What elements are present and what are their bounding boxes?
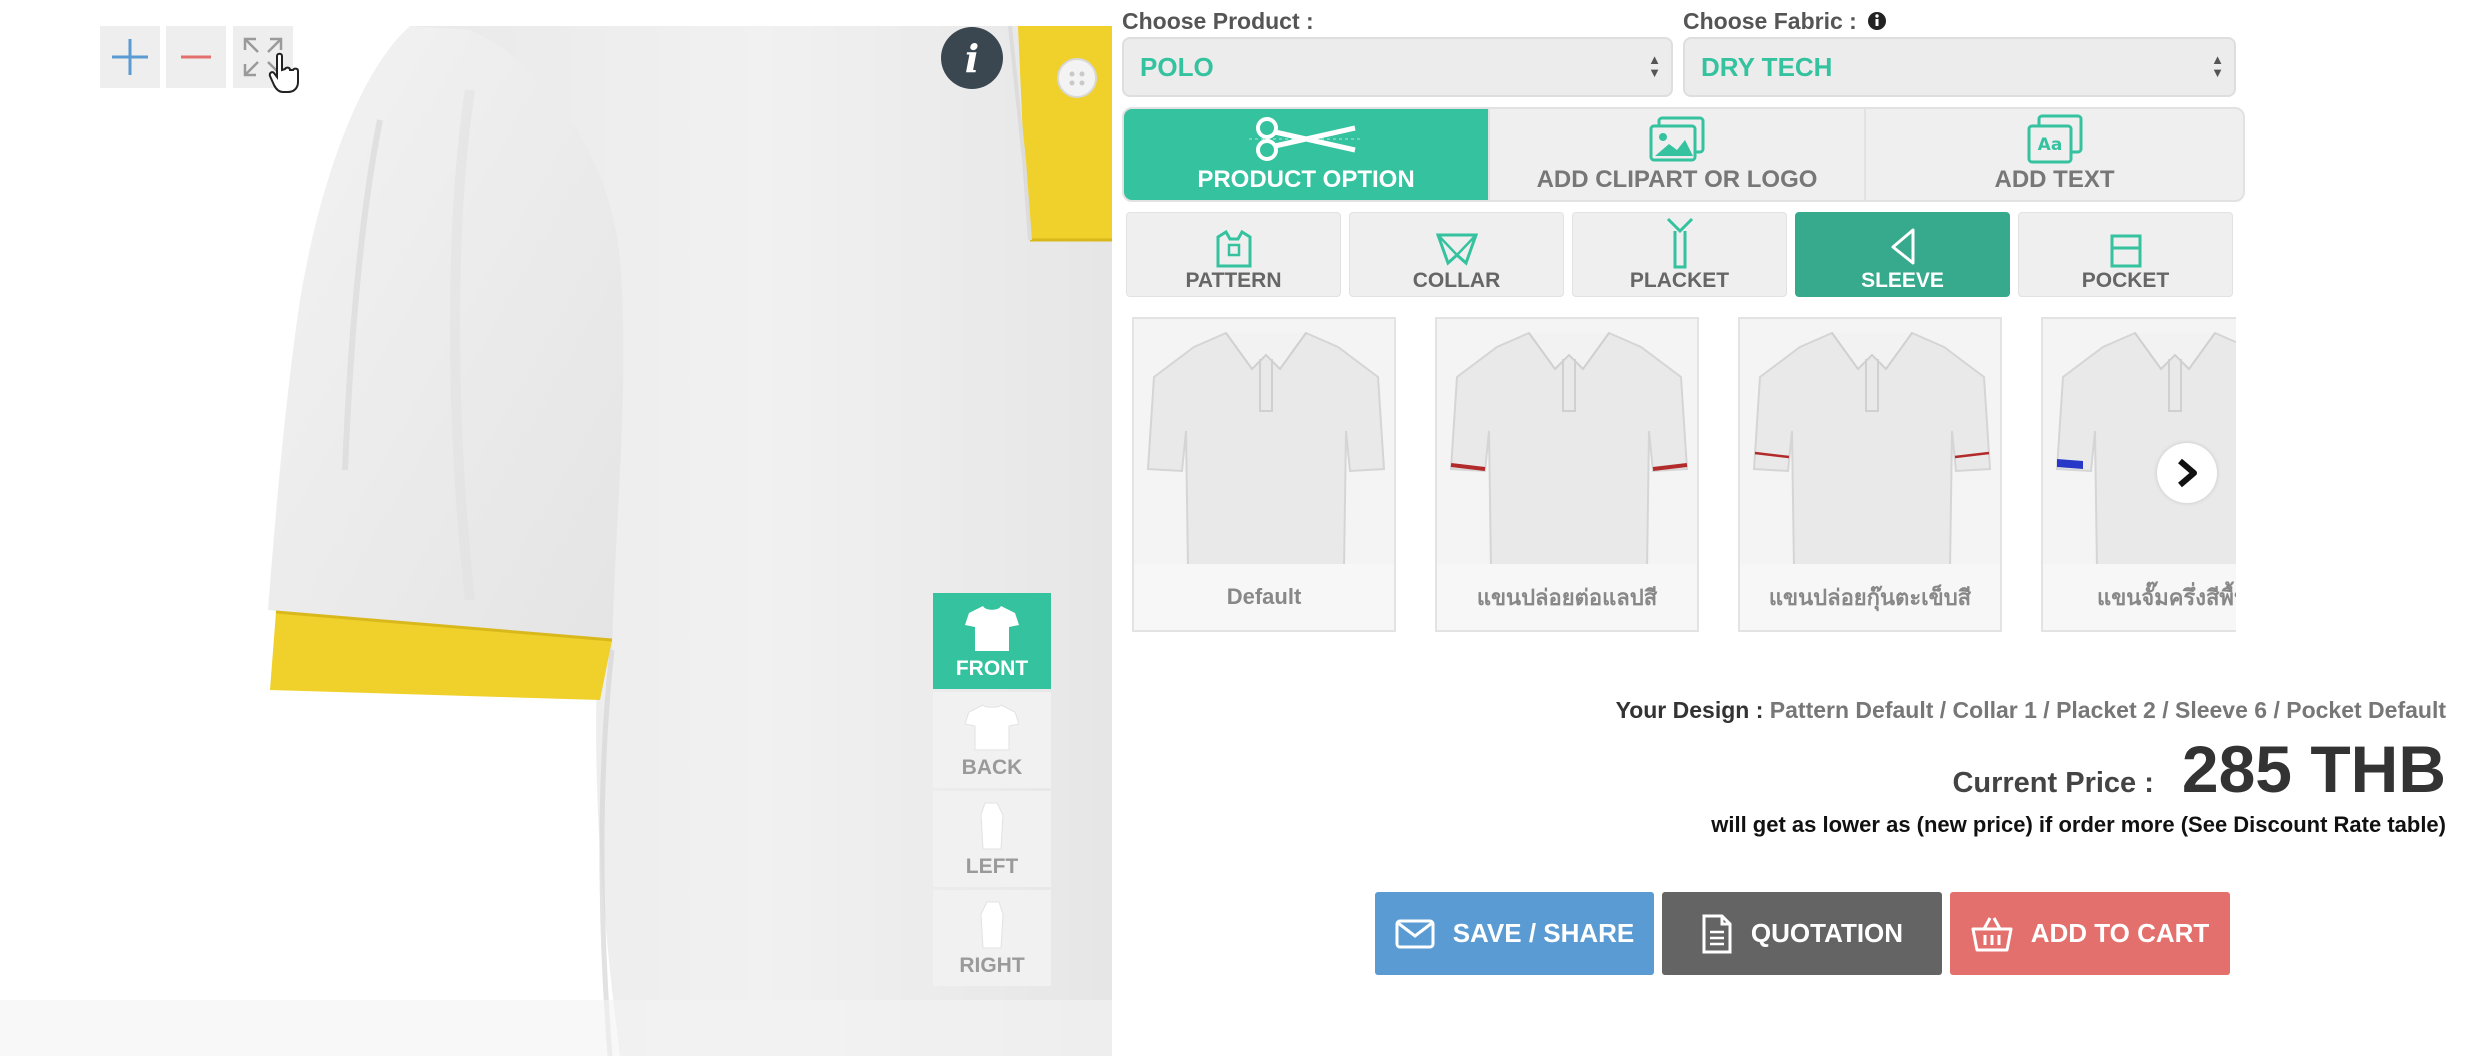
sleeve-option-card[interactable]: แขนปล่อยต่อแลปสี — [1435, 317, 1699, 632]
tab-placket[interactable]: PLACKET — [1572, 212, 1787, 297]
scissors-icon — [1249, 117, 1363, 161]
save-share-button[interactable]: SAVE / SHARE — [1375, 892, 1654, 975]
tab-add-text[interactable]: Aa ADD TEXT — [1866, 109, 2243, 200]
view-label: BACK — [961, 756, 1023, 779]
sleeve-icon — [1891, 228, 1914, 265]
sleeve-option-label: แขนปล่อยต่อแลปสี — [1437, 564, 1697, 630]
sleeve-option-card[interactable]: Default — [1132, 317, 1396, 632]
tab-add-clipart[interactable]: ADD CLIPART OR LOGO — [1490, 109, 1866, 200]
view-right-button[interactable]: RIGHT — [933, 890, 1051, 986]
sleeve-option-label: แขนจั๊มครึ่งสีพื้น — [2043, 564, 2236, 630]
fabric-value: DRY TECH — [1701, 51, 1833, 82]
carousel-next-button[interactable] — [2157, 443, 2217, 503]
fabric-label: Choose Fabric : — [1683, 8, 1887, 35]
discount-note[interactable]: will get as lower as (new price) if orde… — [1711, 812, 2446, 838]
pattern-icon — [1216, 229, 1251, 268]
tab-label: PRODUCT OPTION — [1197, 166, 1415, 193]
tshirt-back-icon — [965, 704, 1019, 751]
sub-tab-label: POCKET — [2081, 269, 2170, 292]
polo-thumbnail — [1146, 331, 1386, 570]
fabric-label-text: Choose Fabric : — [1683, 8, 1857, 34]
add-to-cart-button[interactable]: ADD TO CART — [1950, 892, 2230, 975]
sleeve-option-label: แขนปล่อยกุ๊นตะเข็บสี — [1740, 564, 2000, 630]
tshirt-right-icon — [980, 901, 1004, 949]
sub-tab-label: PATTERN — [1185, 269, 1282, 292]
text-icon: Aa — [2027, 114, 2082, 164]
fabric-info-icon[interactable] — [1867, 11, 1887, 31]
view-label: FRONT — [955, 657, 1029, 680]
tshirt-front-icon — [965, 606, 1019, 651]
envelope-icon — [1395, 919, 1435, 948]
svg-text:Aa: Aa — [2037, 135, 2062, 155]
fabric-select[interactable]: DRY TECH ▲ ▼ — [1683, 37, 2236, 97]
customizer-panel: Choose Product : POLO ▲ ▼ Choose Fabric :… — [1112, 0, 2474, 1056]
price-row: Current Price : 285 THB — [1952, 731, 2446, 807]
polo-thumbnail — [1752, 331, 1992, 570]
tab-product-option[interactable]: PRODUCT OPTION — [1124, 109, 1490, 200]
tab-label: ADD CLIPART OR LOGO — [1536, 166, 1818, 193]
product-value: POLO — [1140, 51, 1214, 82]
design-summary-value: Pattern Default / Collar 1 / Placket 2 /… — [1769, 697, 2446, 723]
tshirt-left-icon — [980, 802, 1004, 850]
zoom-in-button[interactable] — [100, 26, 160, 88]
select-arrows-icon: ▲ ▼ — [1648, 52, 1661, 80]
pointer-hand-icon — [268, 52, 299, 93]
design-summary: Your Design : Pattern Default / Collar 1… — [1616, 697, 2446, 724]
collar-icon — [1435, 233, 1478, 266]
tab-sleeve[interactable]: SLEEVE — [1795, 212, 2010, 297]
sleeve-option-label: Default — [1134, 564, 1394, 630]
polo-thumbnail — [1449, 331, 1689, 570]
view-label: RIGHT — [959, 954, 1025, 977]
price-label: Current Price : — [1952, 767, 2154, 799]
product-select[interactable]: POLO ▲ ▼ — [1122, 37, 1673, 97]
sleeve-option-card[interactable]: แขนปล่อยกุ๊นตะเข็บสี — [1738, 317, 2002, 632]
sub-tab-label: SLEEVE — [1861, 269, 1944, 292]
sleeve-options-carousel: Default แขนปล่อยต่อแลปสี แขนปล่อยกุ๊นตะเ… — [1132, 317, 2236, 634]
zoom-out-button[interactable] — [166, 26, 226, 88]
save-share-label: SAVE / SHARE — [1452, 918, 1635, 948]
price-value: 285 THB — [2181, 732, 2446, 806]
shirt-preview: i FRONT BACK LEFT RIGHT — [0, 0, 1112, 1056]
sub-tab-label: COLLAR — [1412, 269, 1501, 292]
tab-collar[interactable]: COLLAR — [1349, 212, 1564, 297]
polo-thumbnail — [2055, 331, 2236, 570]
sub-tab-label: PLACKET — [1629, 269, 1730, 292]
tab-label: ADD TEXT — [1994, 166, 2115, 193]
design-summary-label: Your Design : — [1615, 697, 1764, 723]
product-label: Choose Product : — [1122, 8, 1314, 34]
quotation-button[interactable]: QUOTATION — [1662, 892, 1942, 975]
placket-icon — [1666, 217, 1693, 269]
view-label: LEFT — [965, 855, 1019, 878]
quotation-label: QUOTATION — [1750, 918, 1904, 948]
main-tab-bar: PRODUCT OPTION ADD CLIPART OR LOGO Aa AD… — [1122, 107, 2245, 202]
select-arrows-icon: ▲ ▼ — [2211, 52, 2224, 80]
pocket-icon — [2110, 234, 2141, 268]
view-back-button[interactable]: BACK — [933, 692, 1051, 788]
document-icon — [1702, 914, 1732, 953]
image-icon — [1649, 116, 1705, 162]
info-button[interactable]: i — [941, 27, 1003, 89]
view-left-button[interactable]: LEFT — [933, 791, 1051, 887]
plus-icon — [112, 39, 148, 75]
shirt-designer-app: i FRONT BACK LEFT RIGHT Choose Product:… — [0, 0, 2474, 1056]
basket-icon — [1971, 916, 2013, 951]
view-switcher: FRONT BACK LEFT RIGHT — [933, 593, 1051, 989]
tab-pattern[interactable]: PATTERN — [1126, 212, 1341, 297]
tab-pocket[interactable]: POCKET — [2018, 212, 2233, 297]
info-icon: i — [964, 35, 980, 81]
add-to-cart-label: ADD TO CART — [2030, 918, 2210, 948]
view-front-button[interactable]: FRONT — [933, 593, 1051, 689]
minus-icon — [181, 55, 211, 59]
chevron-right-icon — [2178, 458, 2197, 488]
option-category-bar: PATTERN COLLAR PLACKET SLEEVE POCKET — [1126, 212, 2233, 297]
